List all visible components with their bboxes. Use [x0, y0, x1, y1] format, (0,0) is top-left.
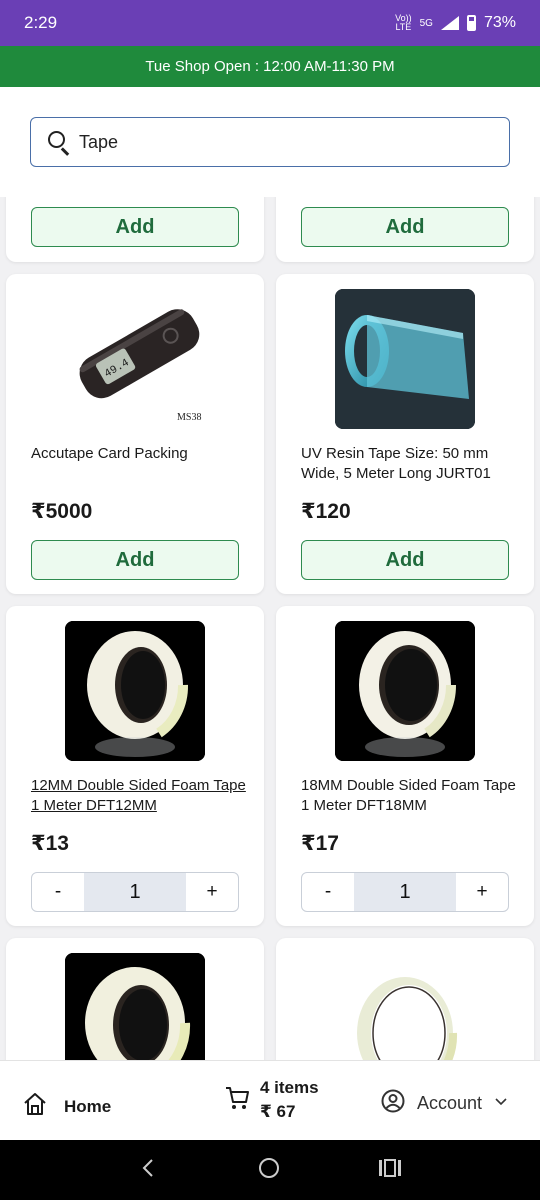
- back-icon[interactable]: [138, 1157, 160, 1184]
- product-image[interactable]: [335, 289, 475, 429]
- product-card: [276, 938, 534, 1060]
- product-name[interactable]: 12MM Double Sided Foam Tape 1 Meter DFT1…: [31, 776, 251, 816]
- decrement-button[interactable]: -: [302, 873, 354, 911]
- svg-text:MS38: MS38: [177, 412, 201, 423]
- product-card: 12MM Double Sided Foam Tape 1 Meter DFT1…: [6, 606, 264, 926]
- search-input[interactable]: [79, 131, 459, 153]
- product-name[interactable]: 18MM Double Sided Foam Tape 1 Meter DFT1…: [301, 776, 521, 816]
- battery-percent: 73%: [483, 14, 516, 31]
- product-image[interactable]: [335, 953, 475, 1060]
- home-circle-icon[interactable]: [257, 1156, 281, 1185]
- bottom-navigation: Home 4 items ₹ 67 Account: [0, 1060, 540, 1140]
- product-price: ₹120: [301, 500, 351, 523]
- add-button[interactable]: Add: [301, 207, 509, 247]
- product-price: ₹17: [301, 832, 339, 855]
- product-card: 49.4 MS38 Accutape Card Packing ₹5000 Ad…: [6, 274, 264, 594]
- cart-total: ₹ 67: [260, 1102, 296, 1121]
- product-price: ₹13: [31, 832, 69, 855]
- increment-button[interactable]: +: [186, 873, 238, 911]
- nav-account[interactable]: Account: [381, 1089, 508, 1118]
- signal-icon: [440, 16, 459, 30]
- home-icon: [22, 1091, 48, 1122]
- product-card: UV Resin Tape Size: 50 mm Wide, 5 Meter …: [276, 274, 534, 594]
- nav-home-label: Home: [64, 1096, 112, 1116]
- product-card: [6, 938, 264, 1060]
- volte-indicator: Vo)) LTE: [395, 13, 412, 32]
- search-box[interactable]: [30, 117, 510, 167]
- increment-button[interactable]: +: [456, 873, 508, 911]
- add-button[interactable]: Add: [31, 540, 239, 580]
- status-bar: 2:29 Vo)) LTE 5G 73%: [0, 0, 540, 46]
- product-image[interactable]: [335, 621, 475, 761]
- search-bar-area: [0, 87, 540, 197]
- quantity-stepper: - 1 +: [31, 872, 239, 912]
- product-image[interactable]: 49.4 MS38: [65, 289, 205, 429]
- quantity-stepper: - 1 +: [301, 872, 509, 912]
- nav-account-label: Account: [417, 1093, 483, 1113]
- recents-icon[interactable]: [378, 1157, 402, 1184]
- product-price: ₹5000: [31, 500, 93, 523]
- nav-home[interactable]: Home: [22, 1091, 111, 1122]
- chevron-down-icon: [494, 1094, 508, 1113]
- battery-icon: [466, 15, 476, 31]
- cart-icon: [224, 1085, 250, 1116]
- status-time: 2:29: [24, 13, 58, 32]
- product-card: 18MM Double Sided Foam Tape 1 Meter DFT1…: [276, 606, 534, 926]
- shop-hours-text: Tue Shop Open : 12:00 AM-11:30 PM: [145, 58, 395, 75]
- nav-cart[interactable]: 4 items ₹ 67: [224, 1078, 319, 1122]
- system-navigation-bar: [0, 1140, 540, 1200]
- cart-summary: 4 items ₹ 67: [260, 1078, 319, 1122]
- quantity-value: 1: [354, 873, 456, 911]
- product-grid: Add Add 49.4 MS38 Accutape Card Packing …: [0, 197, 540, 1060]
- search-icon: [47, 130, 71, 156]
- account-icon: [381, 1089, 405, 1118]
- product-name[interactable]: UV Resin Tape Size: 50 mm Wide, 5 Meter …: [301, 444, 521, 484]
- product-card: Add: [6, 197, 264, 262]
- shop-hours-banner: Tue Shop Open : 12:00 AM-11:30 PM: [0, 46, 540, 87]
- product-card: Add: [276, 197, 534, 262]
- add-button[interactable]: Add: [31, 207, 239, 247]
- product-name[interactable]: Accutape Card Packing: [31, 444, 251, 464]
- quantity-value: 1: [84, 873, 186, 911]
- product-image[interactable]: [65, 953, 205, 1060]
- cart-item-count: 4 items: [260, 1078, 319, 1097]
- decrement-button[interactable]: -: [32, 873, 84, 911]
- network-gen-label: 5G: [419, 17, 433, 29]
- add-button[interactable]: Add: [301, 540, 509, 580]
- status-icons: Vo)) LTE 5G 73%: [395, 14, 516, 32]
- product-image[interactable]: [65, 621, 205, 761]
